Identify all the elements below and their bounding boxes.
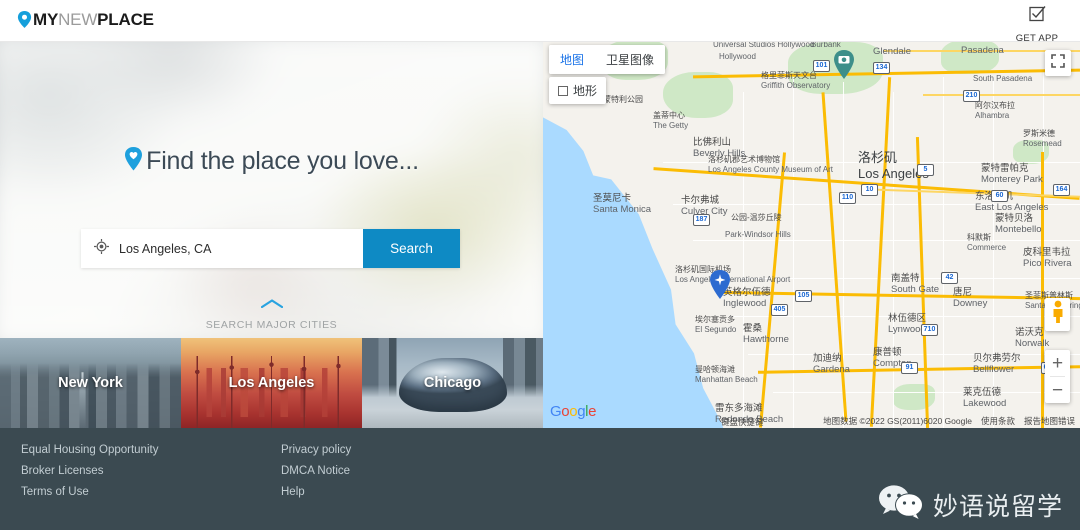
search-major-cities-label: SEARCH MAJOR CITIES (205, 319, 338, 331)
footer-column-1: Equal Housing Opportunity Broker License… (21, 444, 158, 507)
keyboard-shortcuts-hint[interactable]: 键盘快捷键 (721, 416, 764, 428)
crosshair-target-icon (94, 238, 109, 259)
footer-link-equal-housing[interactable]: Equal Housing Opportunity (21, 444, 158, 456)
map-road (693, 240, 1080, 241)
site-footer: Equal Housing Opportunity Broker License… (0, 428, 1080, 530)
airplane-marker-icon[interactable] (709, 270, 731, 300)
map-highway-shield: 110 (839, 192, 856, 204)
map-highway-shield: 187 (693, 214, 710, 226)
map-road (663, 162, 1080, 163)
footer-link-dmca-notice[interactable]: DMCA Notice (281, 465, 351, 477)
map-road (743, 92, 744, 428)
map-highway-shield: 710 (921, 324, 938, 336)
get-app-label: GET APP (1015, 33, 1059, 44)
page-root: MYNEWPLACE GET APP Find the place you lo… (0, 0, 1080, 530)
site-logo[interactable]: MYNEWPLACE (17, 11, 154, 28)
map-highway-shield: 5 (917, 164, 934, 176)
city-tile-new-york[interactable]: New York (0, 338, 181, 428)
map-highway-shield: 101 (813, 60, 830, 72)
map-road (893, 92, 894, 428)
map-highway-210 (923, 94, 1080, 96)
fullscreen-button[interactable] (1045, 50, 1071, 76)
city-tiles: New York Los Angeles Chicago (0, 338, 543, 428)
map-road (943, 77, 944, 428)
hero-title-text: Find the place you love... (146, 147, 419, 175)
city-tile-label: New York (58, 375, 123, 391)
map-type-button-satellite[interactable]: 卫星图像 (595, 45, 666, 74)
checkbox-check-icon (1008, 5, 1066, 27)
fullscreen-icon (1051, 53, 1065, 73)
logo-place: PLACE (97, 10, 154, 29)
search-input[interactable] (119, 241, 363, 256)
site-header: MYNEWPLACE GET APP (0, 0, 1080, 44)
pin-heart-icon (124, 147, 143, 176)
footer-link-broker-licenses[interactable]: Broker Licenses (21, 465, 158, 477)
search-button[interactable]: Search (363, 229, 460, 268)
footer-column-2: Privacy policy DMCA Notice Help (281, 444, 351, 507)
map-highway-605 (1041, 152, 1044, 428)
map-road (748, 354, 1080, 355)
map-terrain-label: 地形 (573, 84, 598, 98)
map-terrain-toggle[interactable]: 地形 (549, 77, 607, 104)
watermark-text: 妙语说留学 (932, 492, 1063, 521)
map-highway-shield: 210 (963, 90, 980, 102)
map-terms-link[interactable]: 使用条款 (981, 415, 1015, 427)
footer-link-privacy-policy[interactable]: Privacy policy (281, 444, 351, 456)
hero-section: Find the place you love... Search (0, 42, 543, 338)
map-highway-shield: 91 (901, 362, 918, 374)
map-park-south (893, 384, 935, 410)
city-tile-los-angeles[interactable]: Los Angeles (181, 338, 362, 428)
map-park-santa-monica-mtns (663, 72, 733, 118)
map-park-north-east (941, 40, 999, 74)
logo-new: NEW (58, 10, 98, 29)
map-road (793, 77, 794, 428)
map-road (993, 77, 994, 428)
footer-link-help[interactable]: Help (281, 486, 351, 498)
map-attribution-bar: 地图数据 ©2022 GS(2011)6020 Google 使用条款 报告地图… (823, 414, 1080, 428)
chevron-up-icon (0, 295, 543, 313)
map-highway-shield: 405 (771, 304, 788, 316)
city-tile-label: Chicago (423, 375, 482, 391)
zoom-controls: + − (1045, 350, 1070, 403)
map-road (728, 316, 1080, 317)
hero-title: Find the place you love... (0, 147, 543, 176)
search-major-cities[interactable]: SEARCH MAJOR CITIES (0, 295, 543, 333)
map-attribution-text: 地图数据 ©2022 GS(2011)6020 Google (823, 416, 972, 426)
wechat-icon (878, 485, 924, 524)
map-highway-shield: 60 (991, 190, 1008, 202)
map-highway-shield: 164 (1053, 184, 1070, 196)
footer-link-terms-of-use[interactable]: Terms of Use (21, 486, 158, 498)
search-field-wrap[interactable] (81, 229, 363, 268)
street-view-pegman-icon (1050, 300, 1066, 329)
map-type-button-map[interactable]: 地图 (549, 45, 596, 74)
map-type-switcher: 地图 卫星图像 (549, 45, 666, 74)
get-app-button[interactable]: GET APP (1008, 5, 1066, 46)
checkbox-icon (558, 85, 568, 96)
map-panel[interactable]: 洛杉矶 Los Angeles Glendale Pasadena South Pasa… (543, 32, 1080, 428)
logo-my: MY (33, 10, 59, 29)
map-report-error-link[interactable]: 报告地图错误 (1024, 415, 1075, 427)
map-highway-shield: 134 (873, 62, 890, 74)
camera-marker-icon[interactable] (833, 50, 855, 80)
street-view-pegman-button[interactable] (1045, 298, 1070, 331)
map-road (708, 278, 1080, 279)
map-canvas[interactable]: 洛杉矶 Los Angeles Glendale Pasadena South Pasa… (543, 32, 1080, 428)
google-logo: Google (550, 403, 597, 420)
city-tile-label: Los Angeles (228, 375, 315, 391)
logo-text: MYNEWPLACE (33, 11, 154, 28)
map-highway-shield: 105 (795, 290, 812, 302)
map-road (673, 204, 1080, 205)
watermark: 妙语说留学 (878, 485, 1063, 524)
map-highway-shield: 10 (861, 184, 878, 196)
zoom-out-button[interactable]: − (1045, 377, 1070, 403)
map-pin-icon (17, 11, 32, 28)
zoom-in-button[interactable]: + (1045, 350, 1070, 376)
search-bar: Search (81, 229, 460, 268)
map-highway-shield: 42 (941, 272, 958, 284)
city-tile-chicago[interactable]: Chicago (362, 338, 543, 428)
